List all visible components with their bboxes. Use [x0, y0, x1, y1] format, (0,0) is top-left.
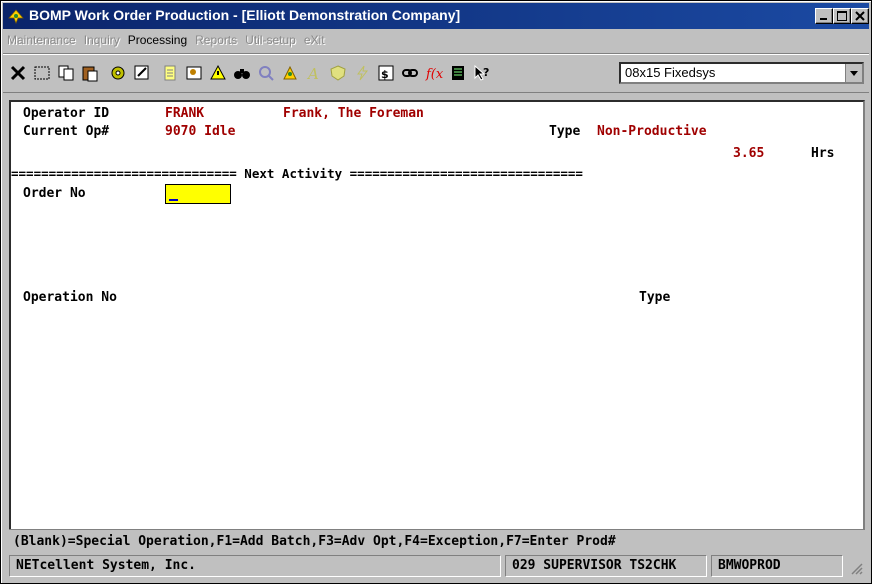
terminal-screen: Operator ID FRANK Frank, The Foreman Cur… [9, 100, 865, 551]
shield-icon[interactable] [327, 62, 349, 84]
menu-util-setup[interactable]: Util-setup [241, 31, 300, 49]
menu-inquiry[interactable]: Inquiry [80, 31, 124, 49]
hours-label: Hrs [811, 146, 835, 161]
copy-icon[interactable] [55, 62, 77, 84]
link-icon[interactable] [399, 62, 421, 84]
current-op-label: Current Op# [23, 124, 110, 139]
menu-reports[interactable]: Reports [191, 31, 241, 49]
svg-text:$: $ [381, 68, 389, 81]
lightning-icon[interactable] [351, 62, 373, 84]
maximize-icon [837, 11, 847, 21]
status-user: 029 SUPERVISOR TS2CHK [505, 555, 707, 577]
properties-icon[interactable] [131, 62, 153, 84]
status-company: NETcellent System, Inc. [9, 555, 501, 577]
select-rectangle-icon[interactable] [31, 62, 53, 84]
order-no-label: Order No [23, 186, 86, 201]
font-a-icon[interactable]: A [303, 62, 325, 84]
calculator-icon[interactable]: $ [375, 62, 397, 84]
font-select[interactable]: 08x15 Fixedsys [619, 62, 864, 84]
function-icon[interactable]: f(x) [423, 62, 445, 84]
svg-text:f(x): f(x) [425, 67, 443, 82]
svg-text:?: ? [483, 66, 489, 79]
chevron-down-icon[interactable] [845, 64, 862, 82]
resize-grip-icon[interactable] [849, 561, 863, 575]
paste-icon[interactable] [79, 62, 101, 84]
user-card-icon[interactable] [183, 62, 205, 84]
text-cursor [169, 199, 178, 201]
menu-exit[interactable]: eXit [300, 31, 329, 49]
menu-processing[interactable]: Processing [124, 31, 191, 49]
settings-gear-icon[interactable] [107, 62, 129, 84]
maximize-button[interactable] [833, 8, 851, 24]
binoculars-icon[interactable] [231, 62, 253, 84]
close-icon [855, 11, 865, 21]
operator-name: Frank, The Foreman [283, 106, 424, 121]
warning-icon[interactable] [207, 62, 229, 84]
minimize-icon [820, 18, 827, 20]
close-x-icon[interactable] [7, 62, 29, 84]
status-program: BMWOPROD [711, 555, 843, 577]
minimize-button[interactable] [815, 8, 833, 24]
document-icon[interactable] [159, 62, 181, 84]
order-no-input[interactable] [165, 184, 231, 204]
menu-bar: Maintenance Inquiry Processing Reports Util-… [3, 31, 329, 51]
help-pointer-icon[interactable]: ? [471, 62, 493, 84]
operation-no-label: Operation No [23, 290, 117, 305]
function-key-hints: (Blank)=Special Operation,F1=Add Batch,F… [13, 534, 616, 549]
type-label: Type [549, 124, 581, 139]
app-logo-icon [8, 9, 24, 24]
app-window: BOMP Work Order Production - [Elliott De… [0, 0, 872, 584]
current-op-value: 9070 Idle [165, 124, 236, 139]
menu-maintenance[interactable]: Maintenance [3, 31, 80, 49]
operator-id-value: FRANK [165, 106, 205, 121]
operation-type-label: Type [639, 290, 671, 305]
function-key-hint-line: (Blank)=Special Operation,F1=Add Batch,F… [9, 529, 865, 554]
font-select-value: 08x15 Fixedsys [625, 65, 716, 80]
close-button[interactable] [851, 8, 869, 24]
window-title: BOMP Work Order Production - [Elliott De… [29, 7, 461, 23]
search-icon[interactable] [255, 62, 277, 84]
title-bar[interactable]: BOMP Work Order Production - [Elliott De… [3, 3, 869, 29]
toolbar: A $ f(x) ? 08x15 Fixedsys [3, 53, 869, 93]
hours-value: 3.65 [733, 146, 765, 161]
rocket-icon[interactable] [279, 62, 301, 84]
next-activity-divider: ============================== Next Acti… [11, 166, 583, 181]
status-bar: NETcellent System, Inc. 029 SUPERVISOR T… [9, 555, 865, 577]
operator-id-label: Operator ID [23, 106, 110, 121]
type-value: Non-Productive [597, 124, 707, 139]
svg-text:A: A [306, 65, 319, 82]
notebook-icon[interactable] [447, 62, 469, 84]
